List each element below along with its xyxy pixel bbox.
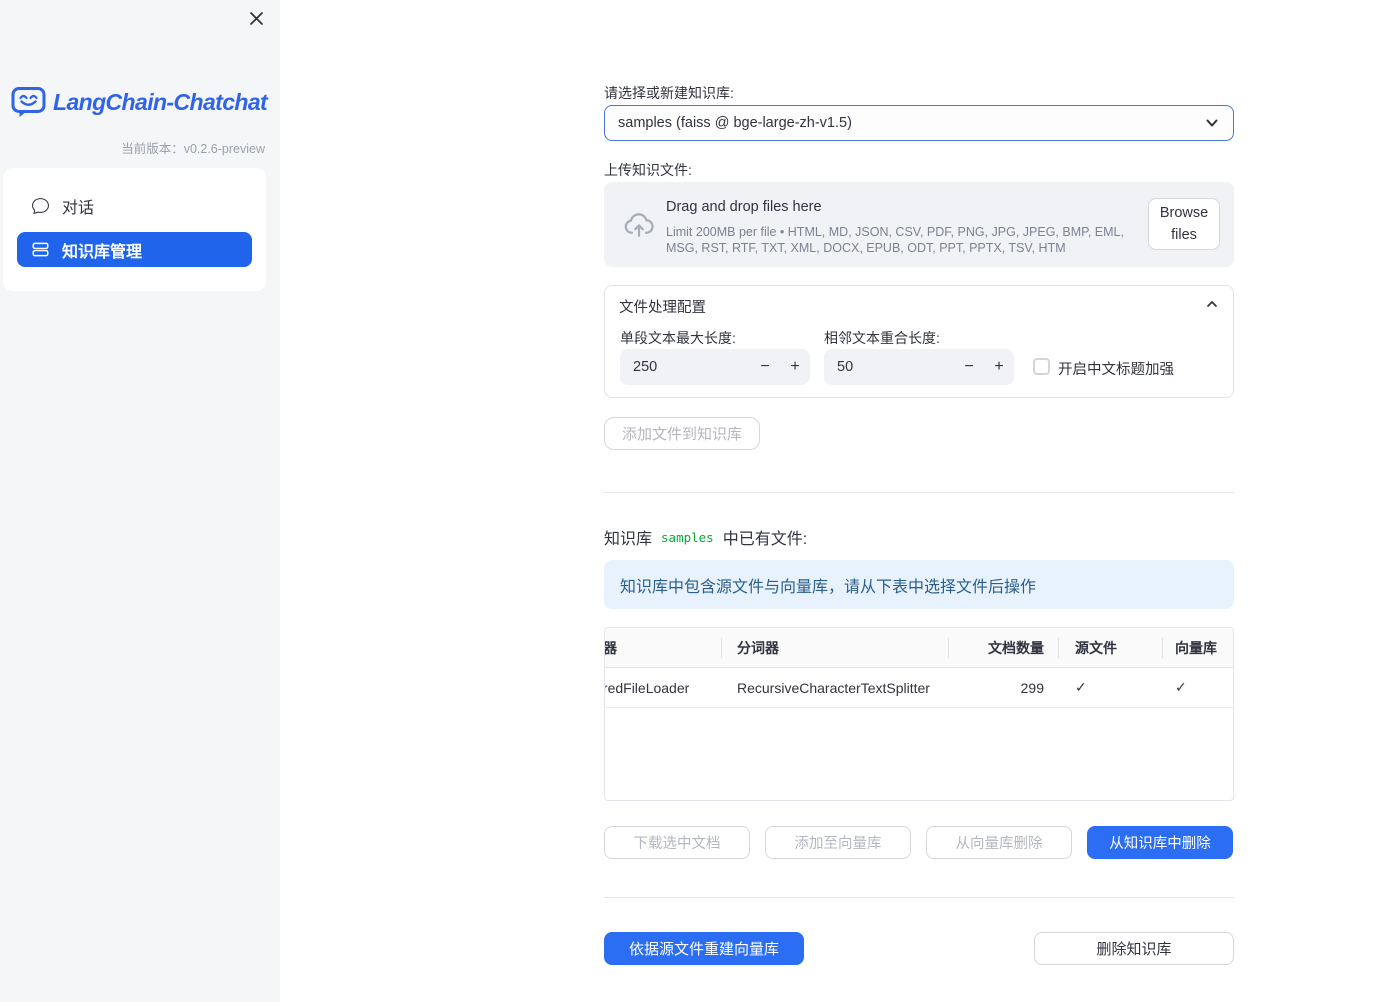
rebuild-vector-store-button[interactable]: 依据源文件重建向量库	[604, 932, 804, 965]
zh-title-enhance-checkbox[interactable]	[1033, 358, 1050, 375]
kb-name-code: samples	[661, 529, 714, 545]
file-action-buttons: 下载选中文档 添加至向量库 从向量库删除 从知识库中删除	[604, 826, 1234, 859]
column-separator	[1058, 638, 1059, 658]
sidebar-menu: 对话 知识库管理	[3, 168, 266, 291]
app-logo: LangChain-Chatchat	[11, 85, 268, 119]
kb-level-actions: 依据源文件重建向量库 删除知识库	[604, 932, 1234, 965]
column-separator	[721, 638, 722, 658]
file-dropzone[interactable]: Drag and drop files here Limit 200MB per…	[604, 182, 1234, 267]
chunk-size-increment-button[interactable]: +	[780, 349, 810, 385]
version-label: 当前版本：	[121, 142, 184, 156]
uploader-label: 上传知识文件:	[604, 162, 692, 178]
divider	[604, 897, 1234, 898]
column-header-splitter: 分词器	[737, 639, 779, 656]
logo-text: LangChain-Chatchat	[53, 88, 268, 115]
close-sidebar-button[interactable]	[244, 6, 268, 30]
delete-kb-database-button[interactable]: 删除知识库	[1034, 932, 1234, 965]
column-header-vector-store: 向量库	[1175, 639, 1217, 656]
info-alert-text: 知识库中包含源文件与向量库，请从下表中选择文件后操作	[620, 578, 1037, 596]
chat-bubble-icon	[32, 198, 49, 214]
column-separator	[948, 638, 949, 658]
kb-select-value: samples (faiss @ bge-large-zh-v1.5)	[618, 115, 852, 131]
chevron-down-icon	[1206, 119, 1218, 127]
delete-from-kb-button[interactable]: 从知识库中删除	[1087, 826, 1233, 859]
overlap-size-increment-button[interactable]: +	[984, 349, 1014, 385]
divider	[604, 492, 1234, 493]
sidebar-item-label: 对话	[62, 199, 95, 217]
browse-files-button[interactable]: Browse files	[1148, 198, 1220, 250]
kb-select[interactable]: samples (faiss @ bge-large-zh-v1.5)	[604, 105, 1234, 141]
column-header-doc-count: 文档数量	[988, 639, 1044, 656]
cloud-upload-icon	[624, 213, 654, 237]
chunk-size-input[interactable]	[620, 359, 750, 375]
overlap-size-stepper: − +	[824, 349, 1014, 385]
cell-loader: UnstructuredFileLoader	[605, 679, 690, 696]
expander-title[interactable]: 文件处理配置	[619, 296, 706, 317]
kb-files-table: 文档加载器 分词器 文档数量 源文件 向量库 UnstructuredFileL…	[604, 627, 1234, 801]
kb-select-label: 请选择或新建知识库:	[604, 85, 734, 101]
delete-from-vector-store-button[interactable]: 从向量库删除	[926, 826, 1072, 859]
overlap-size-input[interactable]	[824, 359, 954, 375]
kb-list-icon	[32, 242, 49, 257]
column-header-source-file: 源文件	[1075, 639, 1117, 656]
add-to-vector-store-button[interactable]: 添加至向量库	[765, 826, 911, 859]
close-icon	[249, 11, 263, 25]
cell-doc-count: 299	[1020, 679, 1044, 696]
table-header-row: 文档加载器 分词器 文档数量 源文件 向量库	[605, 628, 1233, 668]
dropzone-limit-text: Limit 200MB per file • HTML, MD, JSON, C…	[666, 225, 1124, 255]
kb-files-heading: 知识库 samples 中已有文件:	[604, 525, 1234, 549]
info-alert: 知识库中包含源文件与向量库，请从下表中选择文件后操作	[604, 560, 1234, 609]
cell-vector-store-check: ✓	[1175, 679, 1187, 695]
version-text: 当前版本：v0.2.6-preview	[121, 138, 265, 157]
sidebar-item-label: 知识库管理	[62, 243, 143, 261]
dropzone-title: Drag and drop files here	[666, 199, 822, 215]
chevron-up-icon[interactable]	[1205, 297, 1219, 311]
chunk-size-stepper: − +	[620, 349, 810, 385]
column-separator	[1162, 638, 1163, 658]
overlap-size-decrement-button[interactable]: −	[954, 349, 984, 385]
zh-title-enhance-label[interactable]: 开启中文标题加强	[1058, 358, 1174, 379]
app-root: LangChain-Chatchat 当前版本：v0.2.6-preview 对…	[0, 0, 1380, 1002]
kb-files-suffix: 中已有文件:	[722, 531, 808, 548]
sidebar-item-kb-management[interactable]: 知识库管理	[17, 232, 252, 267]
version-value: v0.2.6-preview	[183, 142, 265, 156]
chunk-size-decrement-button[interactable]: −	[750, 349, 780, 385]
file-config-expander: 文件处理配置 单段文本最大长度: 相邻文本重合长度: − + − + 开启中文标…	[604, 285, 1234, 398]
chunk-size-label: 单段文本最大长度:	[620, 330, 736, 346]
add-files-to-kb-button[interactable]: 添加文件到知识库	[604, 417, 761, 450]
logo-chat-smiley-icon	[11, 87, 46, 117]
main-content: 请选择或新建知识库: samples (faiss @ bge-large-zh…	[280, 0, 1380, 1002]
sidebar: LangChain-Chatchat 当前版本：v0.2.6-preview 对…	[0, 0, 280, 1002]
download-selected-button[interactable]: 下载选中文档	[604, 826, 750, 859]
column-header-loader: 文档加载器	[605, 628, 721, 667]
overlap-size-label: 相邻文本重合长度:	[824, 330, 940, 346]
cell-source-file-check: ✓	[1075, 679, 1087, 695]
cell-splitter: RecursiveCharacterTextSplitter	[737, 679, 930, 696]
sidebar-item-dialogue[interactable]: 对话	[17, 188, 252, 223]
kb-files-prefix: 知识库	[604, 531, 653, 548]
table-row[interactable]: UnstructuredFileLoader RecursiveCharacte…	[605, 668, 1233, 708]
